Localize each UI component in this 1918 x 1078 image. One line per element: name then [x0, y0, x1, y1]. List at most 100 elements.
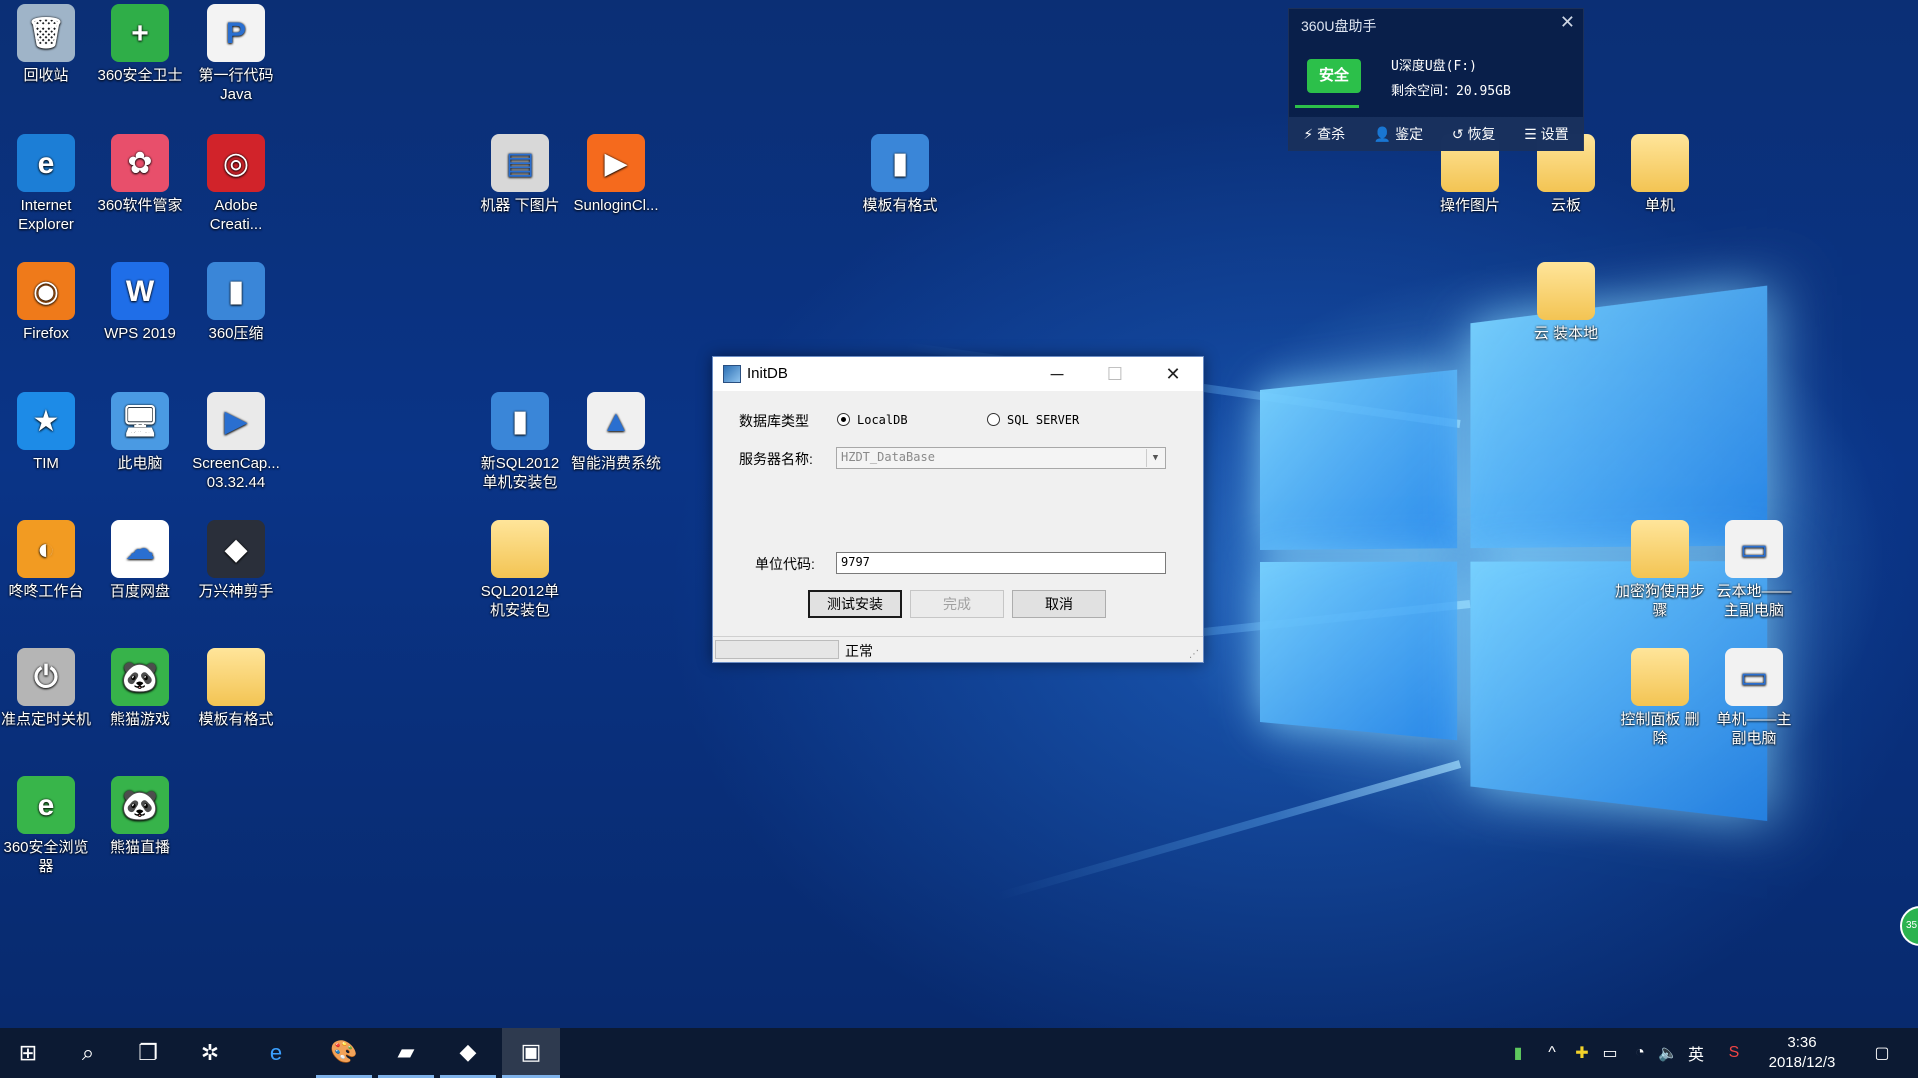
desktop-icon-label: 准点定时关机 [0, 710, 92, 729]
unit-code-input[interactable]: 9797 [836, 552, 1166, 574]
clock-date: 2018/12/3 [1760, 1053, 1844, 1073]
sogou-icon[interactable]: S [1722, 1028, 1746, 1078]
volume-icon[interactable]: 🔈 [1656, 1028, 1680, 1078]
taskbar-app-paint[interactable]: 🎨 [316, 1028, 372, 1078]
desktop-icon[interactable]: SQL2012单 机安装包 [474, 520, 566, 620]
desktop-icon-label: TIM [0, 454, 92, 473]
finish-button: 完成 [910, 590, 1004, 618]
undo-icon: ↺ [1452, 126, 1464, 142]
app-icon: ▲ [587, 392, 645, 450]
radio-localdb-label[interactable]: LocalDB [857, 413, 908, 427]
app-icon: 🐼 [111, 776, 169, 834]
usb-tray-icon[interactable]: ▮ [1506, 1028, 1530, 1078]
desktop-icon[interactable]: 🐼 熊猫游戏 [94, 648, 186, 729]
app-icon: e [17, 776, 75, 834]
safe-underline [1295, 105, 1359, 108]
desktop-icon[interactable]: ▶ ScreenCap... 03.32.44 [190, 392, 282, 492]
cancel-button[interactable]: 取消 [1012, 590, 1106, 618]
app-icon: ▶ [207, 392, 265, 450]
desktop-icon[interactable]: ◉ Firefox [0, 262, 92, 343]
desktop-icon-label: Adobe Creati... [190, 196, 282, 234]
desktop-icon[interactable]: ◆ 万兴神剪手 [190, 520, 282, 601]
desktop-icon[interactable]: 模板有格式 [190, 648, 282, 729]
restore-button[interactable]: ↺ 恢复 [1452, 124, 1496, 144]
identify-button[interactable]: 👤 鉴定 [1374, 124, 1423, 144]
desktop-icon[interactable]: ☁ 百度网盘 [94, 520, 186, 601]
test-install-button[interactable]: 测试安装 [808, 590, 902, 618]
app-icon [1631, 520, 1689, 578]
desktop-icon[interactable]: ▮ 模板有格式 [854, 134, 946, 215]
desktop-icon[interactable]: ▶ SunloginCl... [570, 134, 662, 215]
usb-helper-popup: 360U盘助手 ✕ 安全 U深度U盘(F:) 剩余空间：20.95GB ⚡ 查杀… [1288, 8, 1584, 151]
float-ball-label: 35 [1906, 920, 1917, 931]
app-icon: ▮ [491, 392, 549, 450]
desktop-icon[interactable]: e 360安全浏览 器 [0, 776, 92, 876]
desktop-icon[interactable]: 云 装本地 [1520, 262, 1612, 343]
desktop-icon[interactable]: ▤ 机器 下图片 [474, 134, 566, 215]
desktop-icon[interactable]: 加密狗使用步 骤 [1614, 520, 1706, 620]
desktop-icon[interactable]: ⏻ 准点定时关机 [0, 648, 92, 729]
desktop-icon[interactable]: ▭ 云本地—— 主副电脑 [1708, 520, 1800, 620]
desktop-icon[interactable]: ▲ 智能消费系统 [570, 392, 662, 473]
dialog-titlebar[interactable]: InitDB ─ ☐ ✕ [713, 357, 1203, 391]
app-icon: ▮ [871, 134, 929, 192]
desktop-icon-label: 360安全浏览 器 [0, 838, 92, 876]
desktop-icon[interactable]: ▮ 新SQL2012 单机安装包 [474, 392, 566, 492]
desktop-icon-label: 360压缩 [190, 324, 282, 343]
desktop-icon[interactable]: ◎ Adobe Creati... [190, 134, 282, 234]
desktop-icon[interactable]: W WPS 2019 [94, 262, 186, 343]
desktop-icon-label: 模板有格式 [190, 710, 282, 729]
desktop-icon[interactable]: 🖥 此电脑 [94, 392, 186, 473]
app-icon: ▤ [491, 134, 549, 192]
desktop-icon[interactable]: 🐼 熊猫直播 [94, 776, 186, 857]
task-view-button[interactable]: ❐ [120, 1028, 176, 1078]
close-icon[interactable]: ✕ [1560, 12, 1575, 33]
clock[interactable]: 3:36 2018/12/3 [1760, 1033, 1844, 1073]
search-button[interactable]: ⌕ [60, 1028, 116, 1078]
desktop-icon[interactable]: +360安全卫士 [94, 4, 186, 85]
desktop-icon[interactable]: P 第一行代码 Java [190, 4, 282, 104]
popup-action-bar: ⚡ 查杀 👤 鉴定 ↺ 恢复 ☰ 设置 [1289, 117, 1583, 151]
settings-button[interactable]: ☰ 设置 [1524, 124, 1568, 144]
desktop-icon-label: 操作图片 [1424, 196, 1516, 215]
desktop-icon[interactable]: 单机 [1614, 134, 1706, 215]
status-text: 正常 [845, 641, 873, 661]
desktop-icon[interactable]: ★ TIM [0, 392, 92, 473]
desktop-icon[interactable]: 控制面板 删 除 [1614, 648, 1706, 748]
notification-icon[interactable]: ▢ [1862, 1028, 1902, 1078]
wifi-icon[interactable]: ◔ [1628, 1028, 1652, 1078]
chevron-up-icon[interactable]: ^ [1540, 1028, 1564, 1078]
desktop-icon-label: SunloginCl... [570, 196, 662, 215]
start-button[interactable]: ⊞ [0, 1028, 56, 1078]
minimize-button[interactable]: ─ [1029, 357, 1085, 391]
desktop-icon[interactable]: e Internet Explorer [0, 134, 92, 234]
taskbar-app-ie[interactable]: e [248, 1028, 304, 1078]
taskbar-app-notes[interactable]: ▰ [378, 1028, 434, 1078]
360-tray-icon[interactable]: ✚ [1570, 1028, 1594, 1078]
app-icon: ⏻ [17, 648, 75, 706]
desktop-icon[interactable]: ▭ 单机——主 副电脑 [1708, 648, 1800, 748]
app-icon [1631, 134, 1689, 192]
search-icon: ⌕ [82, 1040, 94, 1066]
desktop-icon[interactable]: 🗑 回收站 [0, 4, 92, 85]
close-button[interactable]: ✕ [1145, 357, 1201, 391]
app-icon: + [111, 4, 169, 62]
desktop-icon[interactable]: ▮ 360压缩 [190, 262, 282, 343]
battery-icon[interactable]: ▭ [1598, 1028, 1622, 1078]
windows-icon: ⊞ [19, 1040, 37, 1066]
taskbar-app-pinwheel[interactable]: ✲ [182, 1028, 238, 1078]
radio-sqlserver[interactable] [987, 413, 1000, 426]
scan-button[interactable]: ⚡ 查杀 [1303, 124, 1345, 144]
taskbar-app-filmora[interactable]: ◆ [440, 1028, 496, 1078]
resize-grip-icon[interactable]: ⋰ [1189, 649, 1199, 660]
desktop-icon-label: 回收站 [0, 66, 92, 85]
notes-icon: ▰ [398, 1039, 415, 1065]
desktop-icon[interactable]: ✿ 360软件管家 [94, 134, 186, 215]
desktop-icon[interactable]: ◐ 咚咚工作台 [0, 520, 92, 601]
ime-indicator[interactable]: 英 [1684, 1028, 1708, 1078]
initdb-icon: ▣ [521, 1039, 542, 1065]
radio-sqlserver-label[interactable]: SQL SERVER [1007, 413, 1079, 427]
taskbar-app-initdb[interactable]: ▣ [502, 1028, 560, 1078]
radio-localdb[interactable] [837, 413, 850, 426]
app-icon: ◎ [207, 134, 265, 192]
